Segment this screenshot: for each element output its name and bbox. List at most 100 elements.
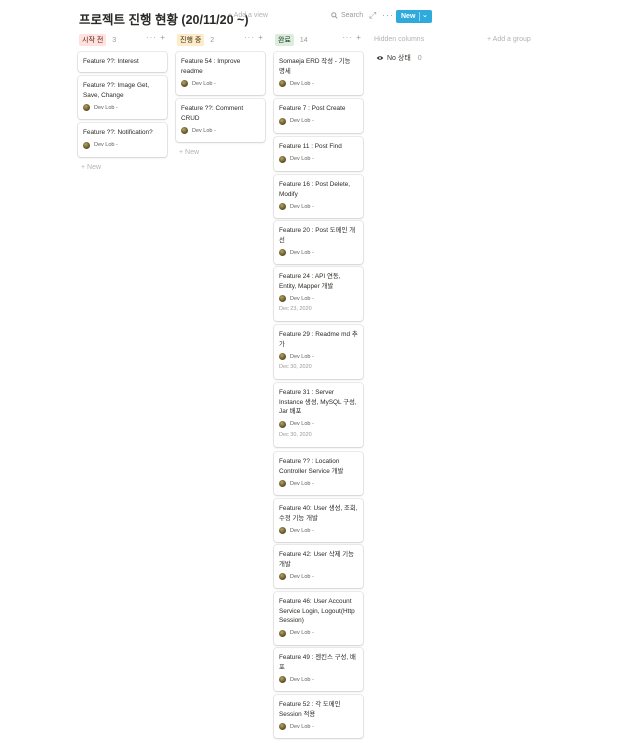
person-name: Dev Lob - [290, 118, 314, 124]
board-card[interactable]: Feature ??: Image Get, Save, Change Dev … [78, 76, 167, 119]
card-title: Feature 46: User Account Service Login, … [279, 598, 355, 624]
column-count: 14 [299, 36, 308, 44]
top-bar: 프로젝트 진행 현황 (20/11/20 ~) + Add a view Sea… [0, 0, 626, 32]
card-person: Dev Lob - [279, 526, 358, 535]
person-name: Dev Lob - [290, 421, 314, 427]
board-card[interactable]: Feature 40: User 생성, 조회, 수정 기능 개발 Dev Lo… [274, 499, 363, 542]
board-card[interactable]: Somaeja ERD 작성 - 기능 명세 Dev Lob - [274, 52, 363, 95]
board-card[interactable]: Feature 24 : API 연동, Entity, Mapper 개발 D… [274, 267, 363, 321]
column-header-in-progress[interactable]: 진행 중 2 [177, 34, 214, 46]
card-title: Feature 52 : 각 도메인 Session 적용 [279, 701, 341, 718]
board-card[interactable]: Feature 49 : 젠킨스 구성, 배포 Dev Lob - [274, 648, 363, 691]
search-icon [331, 12, 338, 19]
status-tag: 시작 전 [79, 34, 107, 46]
board-card[interactable]: Feature 42: User 삭제 기능 개발 Dev Lob - [274, 545, 363, 588]
person-name: Dev Lob - [94, 104, 118, 111]
card-person: Dev Lob - [279, 155, 358, 164]
add-view-button[interactable]: + Add a view [228, 12, 268, 19]
card-person: Dev Lob - [279, 79, 358, 88]
eye-off-icon [376, 56, 384, 60]
card-title: Feature 11 : Post Find [279, 143, 342, 150]
card-title: Somaeja ERD 작성 - 기능 명세 [279, 58, 351, 75]
no-status-count: 0 [417, 54, 422, 62]
avatar [181, 80, 188, 87]
plus-icon[interactable]: + [356, 33, 362, 42]
board-card[interactable]: Feature 29 : Readme md 추가 Dev Lob - Dec … [274, 325, 363, 379]
new-button-divider [419, 12, 420, 21]
expand-icon[interactable]: ⤢ [369, 10, 376, 21]
person-name: Dev Lob - [192, 127, 216, 134]
add-new-card-button[interactable]: + New [81, 164, 101, 171]
add-new-card-button[interactable]: + New [179, 149, 199, 156]
page-title: 프로젝트 진행 현황 (20/11/20 ~) [79, 13, 249, 27]
card-person: Dev Lob - [279, 722, 358, 731]
plus-icon[interactable]: + [160, 33, 166, 42]
column-actions: ··· + [244, 33, 264, 42]
avatar [279, 573, 286, 580]
board-card[interactable]: Feature ??: Interest [78, 52, 167, 72]
avatar [279, 80, 286, 87]
search-button[interactable]: Search [331, 12, 363, 19]
more-icon[interactable]: ··· [146, 33, 157, 42]
person-name: Dev Lob - [290, 630, 314, 636]
avatar [279, 480, 286, 487]
person-name: Dev Lob - [290, 156, 314, 162]
column-count: 3 [112, 36, 117, 44]
column-count: 2 [210, 36, 215, 44]
board-card[interactable]: Feature 7 : Post Create Dev Lob - [274, 99, 363, 133]
chevron-down-icon[interactable]: ⌄ [422, 11, 428, 19]
card-title: Feature 31 : Server Instance 생성, MySQL 구… [279, 389, 357, 415]
card-title: Feature 54 : Improve readme [181, 58, 241, 75]
person-name: Dev Lob - [290, 676, 314, 683]
status-tag: 진행 중 [177, 34, 205, 46]
person-name: Dev Lob - [192, 80, 216, 87]
avatar [279, 295, 286, 302]
card-title: Feature 20 : Post 도메인 개선 [279, 227, 356, 244]
plus-icon[interactable]: + [258, 33, 264, 42]
board-card[interactable]: Feature ?? : Location Controller Service… [274, 452, 363, 495]
card-person: Dev Lob - [279, 629, 358, 638]
card-title: Feature 24 : API 연동, Entity, Mapper 개발 [279, 273, 341, 290]
card-person: Dev Lob - [279, 479, 358, 488]
board-card[interactable]: Feature 20 : Post 도메인 개선 Dev Lob - [274, 221, 363, 264]
card-person: Dev Lob - [279, 117, 358, 126]
board-card[interactable]: Feature ??: Comment CRUD Dev Lob - [176, 99, 265, 142]
avatar [83, 141, 90, 149]
avatar [279, 420, 286, 428]
hidden-column-no-status[interactable]: No 상태 0 [376, 53, 422, 63]
new-button[interactable]: New ⌄ [396, 10, 432, 23]
card-person: Dev Lob - [279, 294, 358, 303]
card-title: Feature ??: Notification? [83, 129, 153, 136]
card-person: Dev Lob - [279, 572, 358, 581]
status-tag: 완료 [275, 34, 294, 46]
board-card[interactable]: Feature 46: User Account Service Login, … [274, 592, 363, 645]
board-card[interactable]: Feature ??: Notification? Dev Lob - [78, 123, 167, 157]
column-header-not-started[interactable]: 시작 전 3 [79, 34, 116, 46]
avatar [279, 676, 286, 683]
card-title: Feature 7 : Post Create [279, 105, 346, 112]
avatar [279, 249, 286, 256]
more-icon[interactable]: ··· [244, 33, 255, 42]
board-card[interactable]: Feature 11 : Post Find Dev Lob - [274, 137, 363, 171]
board-card[interactable]: Feature 52 : 각 도메인 Session 적용 Dev Lob - [274, 695, 363, 738]
board-card[interactable]: Feature 31 : Server Instance 생성, MySQL 구… [274, 383, 363, 447]
board-card[interactable]: Feature 16 : Post Delete, Modify Dev Lob… [274, 175, 363, 218]
card-title: Feature 42: User 삭제 기능 개발 [279, 551, 355, 568]
column-header-done[interactable]: 완료 14 [275, 34, 308, 46]
search-label: Search [341, 12, 364, 19]
board-card[interactable]: Feature 54 : Improve readme Dev Lob - [176, 52, 265, 95]
person-name: Dev Lob - [290, 295, 314, 302]
avatar [279, 117, 286, 125]
card-date: Dec 23, 2020 [279, 306, 312, 312]
avatar [181, 127, 188, 134]
column-actions: ··· + [342, 33, 362, 42]
card-person: Dev Lob - [279, 248, 358, 257]
card-person: Dev Lob - [181, 79, 260, 88]
card-title: Feature ??: Interest [83, 58, 139, 65]
card-title: Feature 49 : 젠킨스 구성, 배포 [279, 654, 356, 671]
more-icon[interactable]: ··· [342, 33, 353, 42]
more-icon[interactable]: ··· [382, 10, 394, 20]
person-name: Dev Lob - [290, 527, 314, 534]
person-name: Dev Lob - [290, 573, 314, 580]
add-group-button[interactable]: + Add a group [487, 36, 531, 43]
